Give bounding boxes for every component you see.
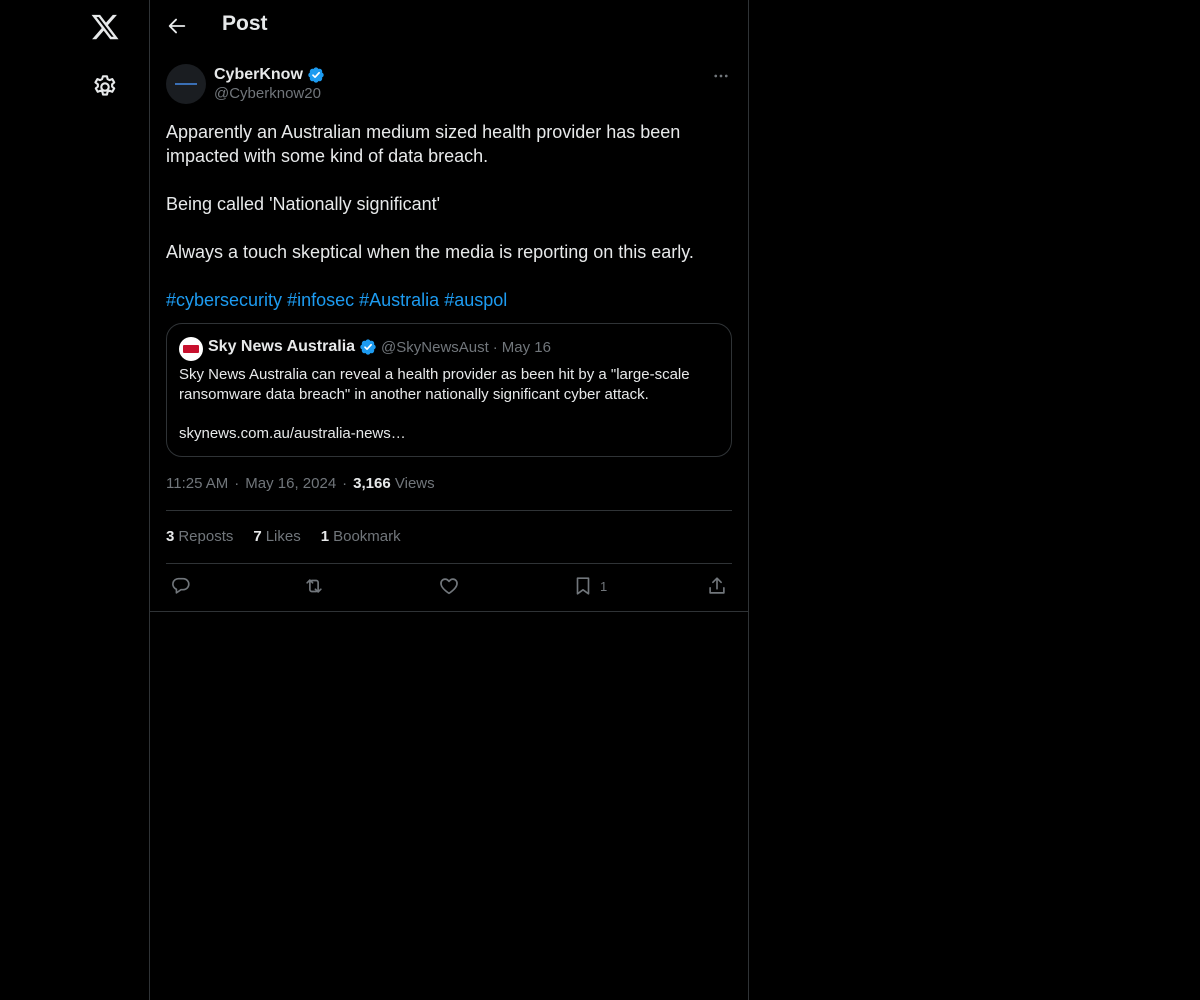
bookmark-icon: [576, 577, 590, 595]
hashtag-link[interactable]: #auspol: [444, 290, 507, 310]
quoted-post[interactable]: Sky News Australia @SkyNewsAust · May 16…: [166, 323, 732, 457]
share-button[interactable]: [706, 574, 728, 598]
quoted-header: Sky News Australia @SkyNewsAust · May 16: [208, 338, 551, 356]
likes-stat[interactable]: 7 Likes: [253, 528, 300, 545]
post-text: Apparently an Australian medium sized he…: [166, 120, 732, 312]
hashtag-link[interactable]: #Australia: [359, 290, 439, 310]
page-title: Post: [222, 12, 268, 35]
post: CyberKnow @Cyberknow20 Apparently an Aus…: [150, 53, 748, 612]
avatar[interactable]: [166, 64, 206, 104]
bookmarks-stat[interactable]: 1 Bookmark: [321, 528, 401, 545]
hashtag-row: #cybersecurity #infosec #Australia #ausp…: [166, 288, 732, 312]
action-bar: 1: [166, 574, 732, 600]
like-button[interactable]: [438, 574, 460, 598]
repost-icon: [306, 579, 322, 593]
share-icon: [709, 577, 725, 594]
reply-icon: [172, 577, 190, 594]
bookmark-count: 1: [600, 578, 608, 594]
verified-icon: [360, 339, 376, 355]
author-name[interactable]: CyberKnow: [214, 66, 303, 84]
post-metadata: 11:25 AM · May 16, 2024 · 3,166 Views: [166, 475, 435, 492]
post-paragraph: Apparently an Australian medium sized he…: [166, 122, 681, 166]
hashtag-link[interactable]: #infosec: [287, 290, 354, 310]
quoted-author-name: Sky News Australia: [208, 338, 356, 355]
quoted-author-handle: @SkyNewsAust: [381, 338, 489, 356]
post-time[interactable]: 11:25 AM: [166, 475, 228, 492]
divider: [166, 563, 732, 564]
post-date[interactable]: May 16, 2024: [245, 475, 336, 492]
post-paragraph: Being called 'Nationally significant': [166, 194, 441, 214]
views-label: Views: [394, 475, 435, 492]
author-handle[interactable]: @Cyberknow20: [214, 85, 325, 102]
quoted-text: Sky News Australia can reveal a health p…: [179, 366, 690, 403]
post-paragraph: Always a touch skeptical when the media …: [166, 242, 694, 262]
x-logo-icon[interactable]: [90, 12, 120, 42]
main-column: Post CyberKnow @Cyberknow20 Apparently a…: [149, 0, 749, 1000]
views-count: 3,166: [353, 475, 391, 492]
verified-icon: [308, 66, 324, 83]
page-header: Post: [150, 0, 748, 53]
left-nav-rail: [0, 0, 150, 1000]
reply-button[interactable]: [170, 574, 192, 598]
back-arrow-icon[interactable]: [166, 15, 188, 37]
reposts-stat[interactable]: 3 Reposts: [166, 528, 233, 545]
quoted-link[interactable]: skynews.com.au/australia-news…: [179, 425, 406, 442]
quoted-date: May 16: [501, 338, 551, 356]
settings-icon[interactable]: [91, 73, 119, 101]
divider: [166, 510, 732, 511]
hashtag-link[interactable]: #cybersecurity: [166, 290, 282, 310]
like-icon: [440, 578, 458, 595]
more-icon[interactable]: [712, 67, 730, 85]
separator: ·: [234, 475, 240, 492]
separator: ·: [342, 475, 348, 492]
quoted-avatar: [179, 337, 203, 361]
engagement-stats: 3 Reposts 7 Likes 1 Bookmark: [166, 528, 401, 545]
post-author: CyberKnow @Cyberknow20: [214, 64, 325, 102]
repost-button[interactable]: [303, 574, 325, 598]
separator: ·: [492, 338, 498, 356]
bookmark-button[interactable]: 1: [572, 574, 607, 598]
